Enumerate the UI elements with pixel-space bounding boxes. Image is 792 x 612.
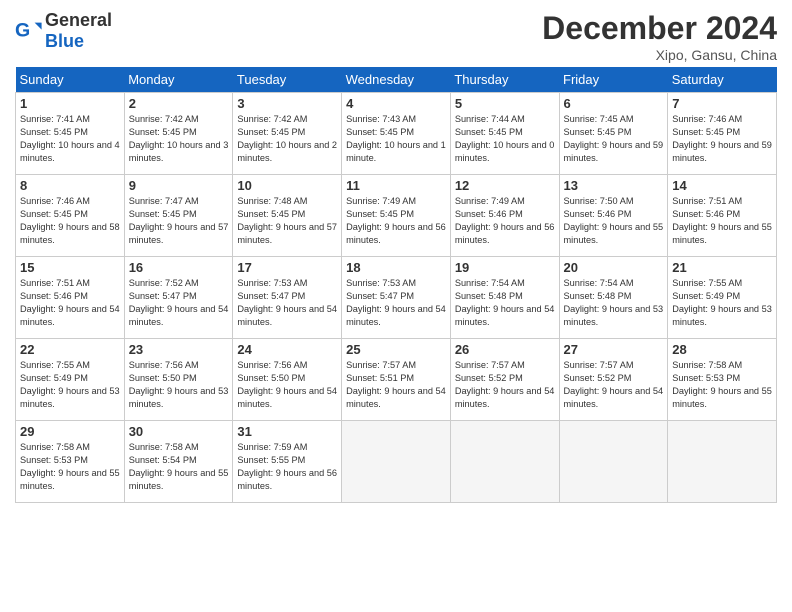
day-20: 20 Sunrise: 7:54 AMSunset: 5:48 PMDaylig… bbox=[559, 257, 668, 339]
day-23: 23 Sunrise: 7:56 AMSunset: 5:50 PMDaylig… bbox=[124, 339, 233, 421]
header-tuesday: Tuesday bbox=[233, 67, 342, 93]
header: G General Blue December 2024 Xipo, Gansu… bbox=[15, 10, 777, 63]
empty-cell bbox=[450, 421, 559, 503]
table-row: 15 Sunrise: 7:51 AMSunset: 5:46 PMDaylig… bbox=[16, 257, 777, 339]
day-12: 12 Sunrise: 7:49 AMSunset: 5:46 PMDaylig… bbox=[450, 175, 559, 257]
day-27: 27 Sunrise: 7:57 AMSunset: 5:52 PMDaylig… bbox=[559, 339, 668, 421]
table-row: 22 Sunrise: 7:55 AMSunset: 5:49 PMDaylig… bbox=[16, 339, 777, 421]
header-sunday: Sunday bbox=[16, 67, 125, 93]
location-subtitle: Xipo, Gansu, China bbox=[542, 47, 777, 63]
header-wednesday: Wednesday bbox=[342, 67, 451, 93]
day-10: 10 Sunrise: 7:48 AMSunset: 5:45 PMDaylig… bbox=[233, 175, 342, 257]
day-18: 18 Sunrise: 7:53 AMSunset: 5:47 PMDaylig… bbox=[342, 257, 451, 339]
empty-cell bbox=[559, 421, 668, 503]
day-14: 14 Sunrise: 7:51 AMSunset: 5:46 PMDaylig… bbox=[668, 175, 777, 257]
day-30: 30 Sunrise: 7:58 AMSunset: 5:54 PMDaylig… bbox=[124, 421, 233, 503]
day-11: 11 Sunrise: 7:49 AMSunset: 5:45 PMDaylig… bbox=[342, 175, 451, 257]
header-saturday: Saturday bbox=[668, 67, 777, 93]
day-7: 7 Sunrise: 7:46 AMSunset: 5:45 PMDayligh… bbox=[668, 93, 777, 175]
day-31: 31 Sunrise: 7:59 AMSunset: 5:55 PMDaylig… bbox=[233, 421, 342, 503]
day-22: 22 Sunrise: 7:55 AMSunset: 5:49 PMDaylig… bbox=[16, 339, 125, 421]
day-15: 15 Sunrise: 7:51 AMSunset: 5:46 PMDaylig… bbox=[16, 257, 125, 339]
day-16: 16 Sunrise: 7:52 AMSunset: 5:47 PMDaylig… bbox=[124, 257, 233, 339]
day-24: 24 Sunrise: 7:56 AMSunset: 5:50 PMDaylig… bbox=[233, 339, 342, 421]
day-25: 25 Sunrise: 7:57 AMSunset: 5:51 PMDaylig… bbox=[342, 339, 451, 421]
day-13: 13 Sunrise: 7:50 AMSunset: 5:46 PMDaylig… bbox=[559, 175, 668, 257]
svg-text:G: G bbox=[15, 20, 30, 42]
month-title: December 2024 bbox=[542, 10, 777, 47]
table-row: 1 Sunrise: 7:41 AMSunset: 5:45 PMDayligh… bbox=[16, 93, 777, 175]
logo-text-blue: Blue bbox=[45, 31, 84, 51]
day-8: 8 Sunrise: 7:46 AMSunset: 5:45 PMDayligh… bbox=[16, 175, 125, 257]
header-monday: Monday bbox=[124, 67, 233, 93]
day-2: 2 Sunrise: 7:42 AMSunset: 5:45 PMDayligh… bbox=[124, 93, 233, 175]
day-9: 9 Sunrise: 7:47 AMSunset: 5:45 PMDayligh… bbox=[124, 175, 233, 257]
day-1: 1 Sunrise: 7:41 AMSunset: 5:45 PMDayligh… bbox=[16, 93, 125, 175]
calendar-table: Sunday Monday Tuesday Wednesday Thursday… bbox=[15, 67, 777, 503]
header-thursday: Thursday bbox=[450, 67, 559, 93]
weekday-header-row: Sunday Monday Tuesday Wednesday Thursday… bbox=[16, 67, 777, 93]
header-friday: Friday bbox=[559, 67, 668, 93]
day-28: 28 Sunrise: 7:58 AMSunset: 5:53 PMDaylig… bbox=[668, 339, 777, 421]
calendar-body: 1 Sunrise: 7:41 AMSunset: 5:45 PMDayligh… bbox=[16, 93, 777, 503]
logo-text-general: General bbox=[45, 10, 112, 30]
day-26: 26 Sunrise: 7:57 AMSunset: 5:52 PMDaylig… bbox=[450, 339, 559, 421]
day-5: 5 Sunrise: 7:44 AMSunset: 5:45 PMDayligh… bbox=[450, 93, 559, 175]
day-3: 3 Sunrise: 7:42 AMSunset: 5:45 PMDayligh… bbox=[233, 93, 342, 175]
empty-cell bbox=[668, 421, 777, 503]
page-container: G General Blue December 2024 Xipo, Gansu… bbox=[0, 0, 792, 513]
day-19: 19 Sunrise: 7:54 AMSunset: 5:48 PMDaylig… bbox=[450, 257, 559, 339]
table-row: 29 Sunrise: 7:58 AMSunset: 5:53 PMDaylig… bbox=[16, 421, 777, 503]
day-6: 6 Sunrise: 7:45 AMSunset: 5:45 PMDayligh… bbox=[559, 93, 668, 175]
logo: G General Blue bbox=[15, 10, 112, 52]
empty-cell bbox=[342, 421, 451, 503]
title-section: December 2024 Xipo, Gansu, China bbox=[542, 10, 777, 63]
day-29: 29 Sunrise: 7:58 AMSunset: 5:53 PMDaylig… bbox=[16, 421, 125, 503]
logo-icon: G bbox=[15, 17, 43, 45]
day-17: 17 Sunrise: 7:53 AMSunset: 5:47 PMDaylig… bbox=[233, 257, 342, 339]
day-4: 4 Sunrise: 7:43 AMSunset: 5:45 PMDayligh… bbox=[342, 93, 451, 175]
day-21: 21 Sunrise: 7:55 AMSunset: 5:49 PMDaylig… bbox=[668, 257, 777, 339]
table-row: 8 Sunrise: 7:46 AMSunset: 5:45 PMDayligh… bbox=[16, 175, 777, 257]
